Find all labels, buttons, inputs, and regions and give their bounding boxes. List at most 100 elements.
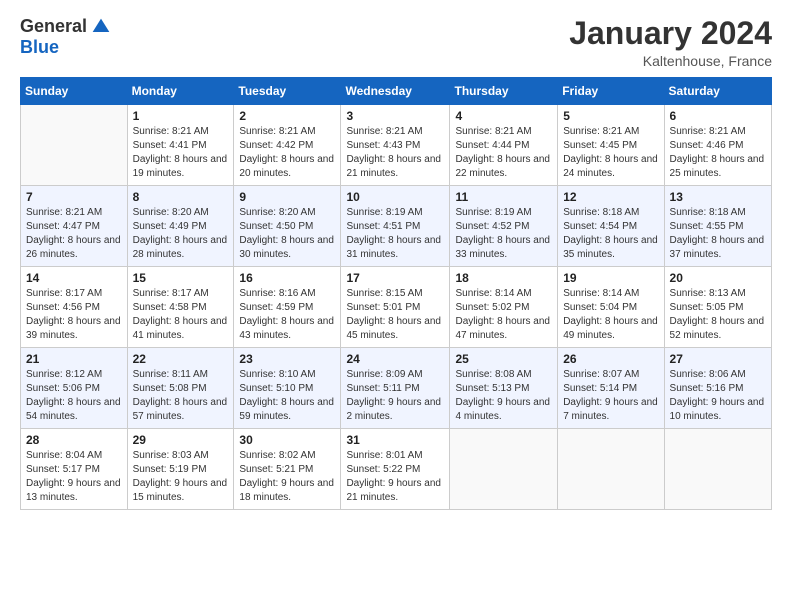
day-number: 12 xyxy=(563,190,658,204)
day-info: Sunrise: 8:20 AMSunset: 4:49 PMDaylight:… xyxy=(133,206,229,262)
calendar-week-row: 14 Sunrise: 8:17 AMSunset: 4:56 PMDayligh… xyxy=(21,267,772,348)
day-info: Sunrise: 8:20 AMSunset: 4:50 PMDaylight:… xyxy=(239,206,335,262)
table-row: 2 Sunrise: 8:21 AMSunset: 4:42 PMDaylight… xyxy=(234,105,341,186)
logo: General Blue xyxy=(20,16,111,58)
table-row: 16 Sunrise: 8:16 AMSunset: 4:59 PMDayligh… xyxy=(234,267,341,348)
day-number: 2 xyxy=(239,109,335,123)
table-row: 22Sunrise: 8:11 AMSunset: 5:08 PMDayligh… xyxy=(127,348,234,429)
header-thursday: Thursday xyxy=(450,78,558,105)
day-info: Sunrise: 8:19 AMSunset: 4:51 PMDaylight:… xyxy=(346,206,444,262)
header-friday: Friday xyxy=(558,78,664,105)
table-row: 25Sunrise: 8:08 AMSunset: 5:13 PMDayligh… xyxy=(450,348,558,429)
day-info: Sunrise: 8:21 AMSunset: 4:46 PMDaylight:… xyxy=(670,125,766,181)
table-row xyxy=(664,429,771,510)
day-number: 10 xyxy=(346,190,444,204)
table-row: 10 Sunrise: 8:19 AMSunset: 4:51 PMDayligh… xyxy=(341,186,450,267)
day-info: Sunrise: 8:18 AMSunset: 4:54 PMDaylight:… xyxy=(563,206,658,262)
location: Kaltenhouse, France xyxy=(569,53,772,69)
day-info: Sunrise: 8:14 AMSunset: 5:04 PMDaylight:… xyxy=(563,287,658,343)
day-info: Sunrise: 8:14 AMSunset: 5:02 PMDaylight:… xyxy=(455,287,552,343)
table-row: 31Sunrise: 8:01 AMSunset: 5:22 PMDayligh… xyxy=(341,429,450,510)
day-number: 23 xyxy=(239,352,335,366)
day-number: 29 xyxy=(133,433,229,447)
day-info: Sunrise: 8:04 AMSunset: 5:17 PMDaylight:… xyxy=(26,449,122,505)
day-info: Sunrise: 8:21 AMSunset: 4:47 PMDaylight:… xyxy=(26,206,122,262)
day-info: Sunrise: 8:17 AMSunset: 4:58 PMDaylight:… xyxy=(133,287,229,343)
day-number: 4 xyxy=(455,109,552,123)
calendar-week-row: 7 Sunrise: 8:21 AMSunset: 4:47 PMDaylight… xyxy=(21,186,772,267)
table-row: 1 Sunrise: 8:21 AMSunset: 4:41 PMDaylight… xyxy=(127,105,234,186)
day-number: 7 xyxy=(26,190,122,204)
table-row: 11 Sunrise: 8:19 AMSunset: 4:52 PMDayligh… xyxy=(450,186,558,267)
table-row xyxy=(558,429,664,510)
day-info: Sunrise: 8:21 AMSunset: 4:41 PMDaylight:… xyxy=(133,125,229,181)
day-info: Sunrise: 8:18 AMSunset: 4:55 PMDaylight:… xyxy=(670,206,766,262)
day-number: 9 xyxy=(239,190,335,204)
table-row: 14 Sunrise: 8:17 AMSunset: 4:56 PMDayligh… xyxy=(21,267,128,348)
table-row: 6 Sunrise: 8:21 AMSunset: 4:46 PMDaylight… xyxy=(664,105,771,186)
day-number: 16 xyxy=(239,271,335,285)
day-number: 30 xyxy=(239,433,335,447)
table-row: 4 Sunrise: 8:21 AMSunset: 4:44 PMDaylight… xyxy=(450,105,558,186)
day-number: 21 xyxy=(26,352,122,366)
logo-general-text: General xyxy=(20,16,87,37)
day-number: 8 xyxy=(133,190,229,204)
day-number: 5 xyxy=(563,109,658,123)
day-number: 20 xyxy=(670,271,766,285)
day-info: Sunrise: 8:03 AMSunset: 5:19 PMDaylight:… xyxy=(133,449,229,505)
day-info: Sunrise: 8:01 AMSunset: 5:22 PMDaylight:… xyxy=(346,449,444,505)
table-row xyxy=(450,429,558,510)
month-title: January 2024 xyxy=(569,16,772,51)
calendar-header-row: Sunday Monday Tuesday Wednesday Thursday… xyxy=(21,78,772,105)
day-number: 15 xyxy=(133,271,229,285)
day-number: 14 xyxy=(26,271,122,285)
day-info: Sunrise: 8:19 AMSunset: 4:52 PMDaylight:… xyxy=(455,206,552,262)
day-info: Sunrise: 8:21 AMSunset: 4:42 PMDaylight:… xyxy=(239,125,335,181)
table-row: 12 Sunrise: 8:18 AMSunset: 4:54 PMDayligh… xyxy=(558,186,664,267)
day-number: 11 xyxy=(455,190,552,204)
day-info: Sunrise: 8:21 AMSunset: 4:45 PMDaylight:… xyxy=(563,125,658,181)
header-saturday: Saturday xyxy=(664,78,771,105)
table-row: 17 Sunrise: 8:15 AMSunset: 5:01 PMDayligh… xyxy=(341,267,450,348)
day-info: Sunrise: 8:21 AMSunset: 4:43 PMDaylight:… xyxy=(346,125,444,181)
day-number: 26 xyxy=(563,352,658,366)
table-row: 24 Sunrise: 8:09 AMSunset: 5:11 PMDayligh… xyxy=(341,348,450,429)
day-number: 17 xyxy=(346,271,444,285)
day-info: Sunrise: 8:16 AMSunset: 4:59 PMDaylight:… xyxy=(239,287,335,343)
day-number: 1 xyxy=(133,109,229,123)
header-monday: Monday xyxy=(127,78,234,105)
day-number: 13 xyxy=(670,190,766,204)
day-info: Sunrise: 8:07 AMSunset: 5:14 PMDaylight:… xyxy=(563,368,658,424)
table-row: 19 Sunrise: 8:14 AMSunset: 5:04 PMDayligh… xyxy=(558,267,664,348)
day-number: 25 xyxy=(455,352,552,366)
table-row: 8 Sunrise: 8:20 AMSunset: 4:49 PMDaylight… xyxy=(127,186,234,267)
table-row: 30Sunrise: 8:02 AMSunset: 5:21 PMDayligh… xyxy=(234,429,341,510)
table-row: 13 Sunrise: 8:18 AMSunset: 4:55 PMDayligh… xyxy=(664,186,771,267)
calendar-week-row: 21Sunrise: 8:12 AMSunset: 5:06 PMDayligh… xyxy=(21,348,772,429)
day-info: Sunrise: 8:10 AMSunset: 5:10 PMDaylight:… xyxy=(239,368,335,424)
day-number: 24 xyxy=(346,352,444,366)
calendar: Sunday Monday Tuesday Wednesday Thursday… xyxy=(20,77,772,510)
day-number: 19 xyxy=(563,271,658,285)
table-row: 26 Sunrise: 8:07 AMSunset: 5:14 PMDayligh… xyxy=(558,348,664,429)
day-info: Sunrise: 8:17 AMSunset: 4:56 PMDaylight:… xyxy=(26,287,122,343)
day-info: Sunrise: 8:21 AMSunset: 4:44 PMDaylight:… xyxy=(455,125,552,181)
day-info: Sunrise: 8:09 AMSunset: 5:11 PMDaylight:… xyxy=(346,368,444,424)
day-number: 27 xyxy=(670,352,766,366)
header: General Blue January 2024 Kaltenhouse, F… xyxy=(20,16,772,69)
title-section: January 2024 Kaltenhouse, France xyxy=(569,16,772,69)
table-row: 5 Sunrise: 8:21 AMSunset: 4:45 PMDaylight… xyxy=(558,105,664,186)
header-tuesday: Tuesday xyxy=(234,78,341,105)
table-row: 29 Sunrise: 8:03 AMSunset: 5:19 PMDayligh… xyxy=(127,429,234,510)
table-row: 15 Sunrise: 8:17 AMSunset: 4:58 PMDayligh… xyxy=(127,267,234,348)
day-number: 18 xyxy=(455,271,552,285)
table-row: 7 Sunrise: 8:21 AMSunset: 4:47 PMDaylight… xyxy=(21,186,128,267)
day-number: 6 xyxy=(670,109,766,123)
day-info: Sunrise: 8:15 AMSunset: 5:01 PMDaylight:… xyxy=(346,287,444,343)
table-row xyxy=(21,105,128,186)
day-info: Sunrise: 8:11 AMSunset: 5:08 PMDaylight:… xyxy=(133,368,229,424)
table-row: 27Sunrise: 8:06 AMSunset: 5:16 PMDayligh… xyxy=(664,348,771,429)
calendar-week-row: 1 Sunrise: 8:21 AMSunset: 4:41 PMDaylight… xyxy=(21,105,772,186)
table-row: 28Sunrise: 8:04 AMSunset: 5:17 PMDayligh… xyxy=(21,429,128,510)
table-row: 21Sunrise: 8:12 AMSunset: 5:06 PMDayligh… xyxy=(21,348,128,429)
